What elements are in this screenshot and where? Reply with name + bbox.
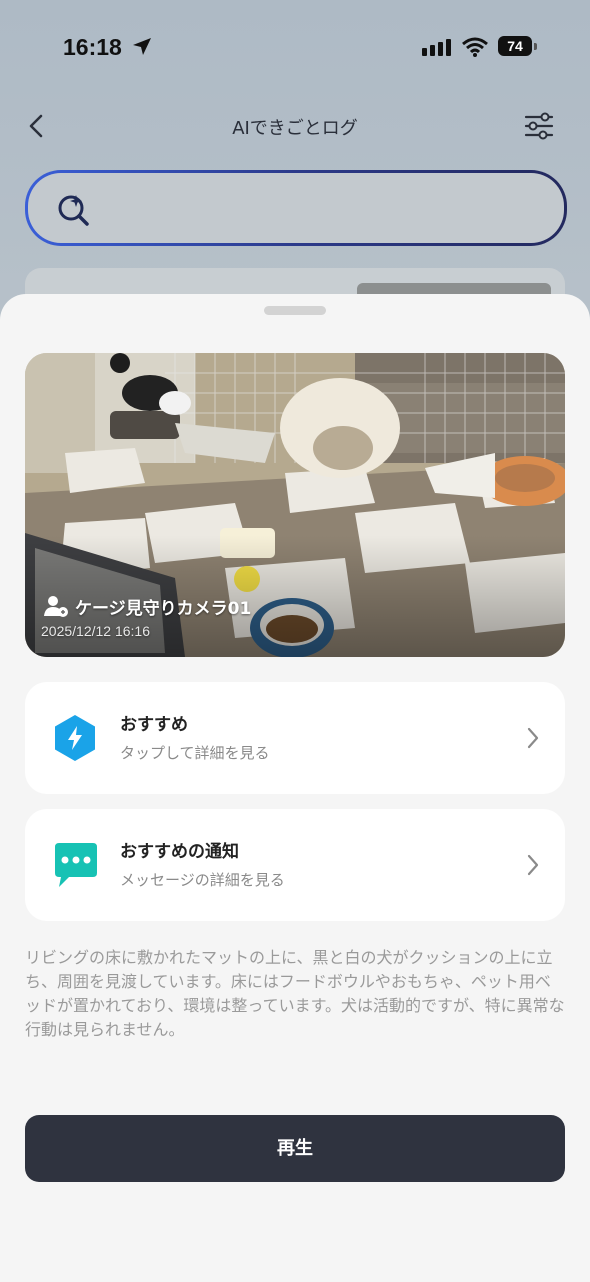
- shared-user-icon: [44, 596, 68, 617]
- card-title: おすすめ: [120, 715, 188, 735]
- status-bar: 16:18 74: [0, 24, 590, 70]
- notification-recommendation-card[interactable]: おすすめの通知 メッセージの詳細を見る: [25, 809, 565, 921]
- ai-search-input[interactable]: [25, 170, 567, 246]
- detail-bottom-sheet: ケージ見守りカメラ01 2025/12/12 16:16 おすすめ タップして詳…: [0, 294, 590, 1282]
- camera-snapshot[interactable]: ケージ見守りカメラ01 2025/12/12 16:16: [25, 353, 565, 657]
- camera-name: ケージ見守りカメラ01: [75, 598, 252, 619]
- battery-tip: [534, 43, 537, 50]
- status-time: 16:18: [63, 34, 122, 60]
- card-title: おすすめの通知: [120, 842, 239, 862]
- app-header: AIできごとログ: [0, 100, 590, 152]
- lightning-hexagon-icon: [55, 715, 95, 761]
- chevron-right-icon: [527, 854, 539, 876]
- camera-label: ケージ見守りカメラ01: [43, 593, 251, 619]
- card-subtitle: メッセージの詳細を見る: [120, 871, 285, 889]
- recommendation-card[interactable]: おすすめ タップして詳細を見る: [25, 682, 565, 794]
- filter-sliders-icon[interactable]: [522, 110, 556, 142]
- wifi-icon: [462, 37, 488, 57]
- cellular-signal-icon: [422, 39, 451, 56]
- location-arrow-icon: [133, 38, 151, 55]
- page-title: AIできごとログ: [232, 118, 358, 139]
- ai-search-icon: [58, 195, 89, 226]
- card-subtitle: タップして詳細を見る: [120, 744, 270, 762]
- event-summary-text: リビングの床に敷かれたマットの上に、黒と白の犬がクッションの上に立ち、周囲を見渡…: [25, 948, 565, 1039]
- sheet-grabber[interactable]: [264, 306, 326, 315]
- play-button[interactable]: 再生: [25, 1115, 565, 1182]
- chevron-right-icon: [527, 727, 539, 749]
- snapshot-timestamp: 2025/12/12 16:16: [41, 623, 150, 639]
- battery-indicator: 74: [498, 36, 532, 56]
- chat-bubble-icon: [55, 843, 97, 887]
